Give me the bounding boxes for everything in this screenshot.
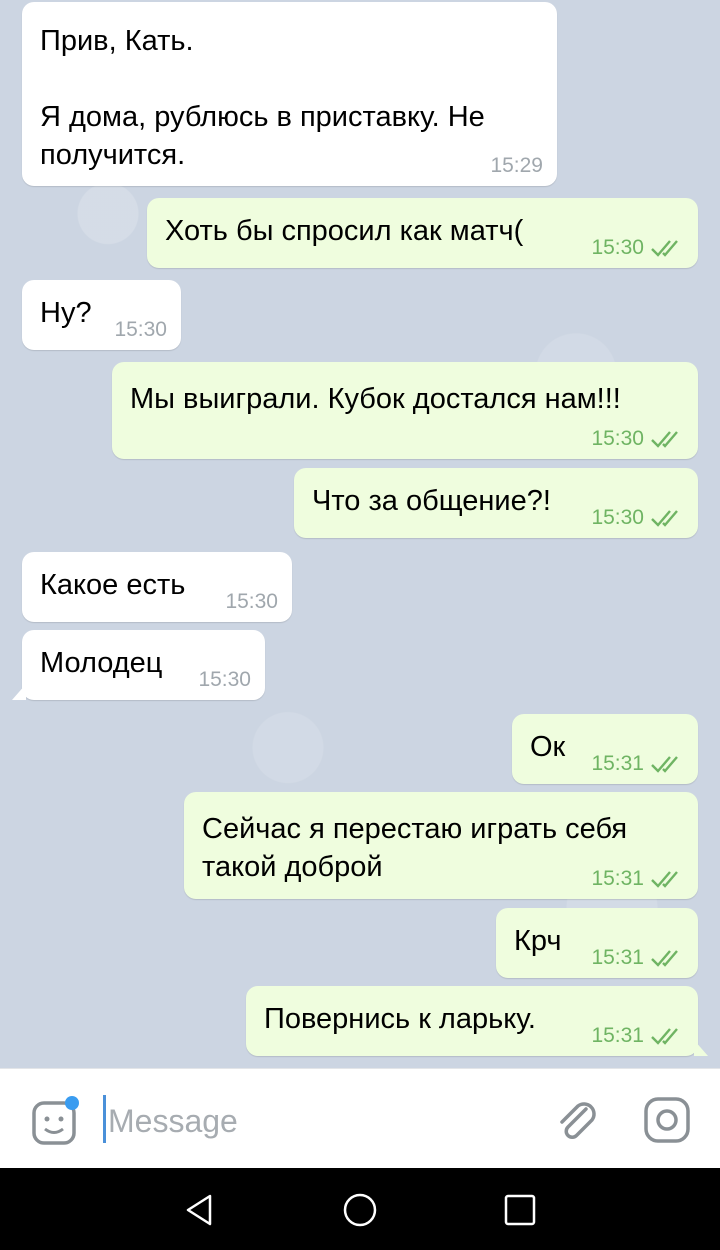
message-text: Что за общение?! — [312, 485, 551, 517]
paperclip-icon[interactable] — [552, 1095, 602, 1145]
camera-icon[interactable] — [642, 1095, 692, 1145]
double-check-icon — [651, 431, 678, 448]
message-incoming[interactable]: Ну? 15:30 — [22, 280, 181, 350]
message-text: Мы выиграли. Кубок достался нам!!! — [130, 383, 621, 415]
message-incoming[interactable]: Молодец 15:30 — [12, 630, 265, 700]
message-text: Ок — [530, 731, 566, 763]
message-time: 15:31 — [591, 1024, 644, 1047]
message-meta: 15:30 — [225, 590, 278, 614]
message-text: Повернись к ларьку. — [264, 1003, 536, 1035]
chat-area[interactable]: Прив, Кать. Я дома, рублюсь в приставку.… — [0, 0, 720, 1068]
recents-icon[interactable] — [502, 1192, 538, 1228]
message-meta: 15:30 — [591, 236, 684, 260]
message-time: 15:30 — [591, 506, 644, 529]
message-time: 15:30 — [591, 236, 644, 259]
home-icon[interactable] — [342, 1192, 378, 1228]
message-outgoing[interactable]: Что за общение?! 15:30 — [294, 468, 698, 538]
double-check-icon — [651, 510, 678, 527]
message-input[interactable] — [108, 1099, 528, 1143]
message-time: 15:31 — [591, 752, 644, 775]
sticker-icon[interactable] — [30, 1095, 82, 1147]
message-meta: 15:31 — [591, 867, 684, 891]
message-meta: 15:29 — [490, 154, 543, 178]
system-navigation-bar — [0, 1168, 720, 1250]
message-meta: 15:31 — [591, 752, 684, 776]
message-outgoing[interactable]: Мы выиграли. Кубок достался нам!!! 15:30 — [112, 362, 698, 459]
message-text: Прив, Кать. Я дома, рублюсь в приставку.… — [40, 25, 485, 171]
double-check-icon — [651, 240, 678, 257]
message-text: Ну? — [40, 297, 92, 329]
text-cursor — [103, 1095, 106, 1143]
double-check-icon — [651, 1028, 678, 1045]
message-composer — [0, 1068, 720, 1169]
back-icon[interactable] — [182, 1192, 218, 1228]
message-outgoing[interactable]: Повернись к ларьку. 15:31 — [246, 986, 708, 1056]
message-time: 15:31 — [591, 946, 644, 969]
message-incoming[interactable]: Прив, Кать. Я дома, рублюсь в приставку.… — [22, 2, 557, 186]
message-outgoing[interactable]: Ок 15:31 — [512, 714, 698, 784]
message-outgoing[interactable]: Сейчас я перестаю играть себя такой добр… — [184, 792, 698, 899]
message-meta: 15:30 — [591, 427, 684, 451]
message-time: 15:31 — [591, 867, 644, 890]
message-meta: 15:30 — [198, 668, 251, 692]
message-meta: 15:30 — [114, 318, 167, 342]
message-time: 15:30 — [114, 318, 167, 341]
message-text: Крч — [514, 925, 562, 957]
message-time: 15:29 — [490, 154, 543, 177]
message-outgoing[interactable]: Хоть бы спросил как матч( 15:30 — [147, 198, 698, 268]
message-text: Хоть бы спросил как матч( — [165, 215, 524, 247]
message-time: 15:30 — [225, 590, 278, 613]
double-check-icon — [651, 756, 678, 773]
message-text: Какое есть — [40, 569, 186, 601]
double-check-icon — [651, 871, 678, 888]
message-meta: 15:31 — [591, 1024, 684, 1048]
message-time: 15:30 — [198, 668, 251, 691]
message-outgoing[interactable]: Крч 15:31 — [496, 908, 698, 978]
message-incoming[interactable]: Какое есть 15:30 — [22, 552, 292, 622]
message-text: Молодец — [40, 647, 163, 679]
double-check-icon — [651, 950, 678, 967]
message-meta: 15:30 — [591, 506, 684, 530]
message-time: 15:30 — [591, 427, 644, 450]
message-meta: 15:31 — [591, 946, 684, 970]
